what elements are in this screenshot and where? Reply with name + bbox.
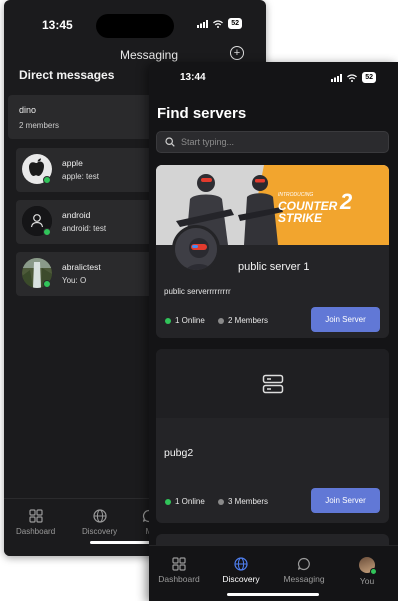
- status-icons: 52: [197, 18, 242, 29]
- server-name: pubg2: [164, 447, 194, 459]
- server-icon: [262, 374, 283, 393]
- chat-icon: [297, 557, 310, 571]
- dm-last-text: test: [86, 172, 99, 181]
- signal-icon: [331, 73, 343, 82]
- dm-last-text: test: [93, 224, 107, 233]
- tab-label: You: [359, 576, 375, 586]
- dm-last-text: O: [79, 276, 87, 285]
- globe-icon: [234, 557, 248, 571]
- dm-last-sender: You:: [62, 276, 78, 285]
- online-indicator: [43, 280, 51, 288]
- section-title: Direct messages: [19, 68, 115, 82]
- tab-label: Discovery: [82, 527, 118, 536]
- dm-name: apple: [62, 158, 83, 168]
- dm-name: android: [62, 210, 91, 220]
- search-icon: [165, 137, 175, 147]
- status-time: 13:44: [180, 72, 206, 83]
- search-input[interactable]: [181, 137, 371, 147]
- member-label: 3 Members: [228, 497, 269, 506]
- tab-bar: Dashboard Discovery Messaging You: [149, 545, 398, 601]
- home-indicator: [227, 593, 319, 596]
- server-banner-placeholder: [156, 349, 389, 418]
- dm-last-sender: android:: [62, 224, 91, 233]
- tab-discovery[interactable]: Discovery: [82, 509, 117, 536]
- online-label: 1 Online: [175, 497, 205, 506]
- online-count: 1 Online: [165, 316, 205, 325]
- join-server-button[interactable]: Join Server: [311, 307, 380, 332]
- online-count: 1 Online: [165, 497, 205, 506]
- battery-indicator: 52: [228, 18, 242, 29]
- tab-you[interactable]: You: [352, 557, 382, 586]
- user-avatar: [359, 557, 377, 575]
- online-indicator: [43, 176, 51, 184]
- status-icons: 52: [331, 72, 376, 83]
- member-dot: [218, 498, 224, 505]
- dm-last-message: android: test: [62, 224, 106, 233]
- wifi-icon: [347, 73, 358, 82]
- member-label: 2 Members: [228, 316, 269, 325]
- server-name: public server 1: [238, 261, 310, 273]
- online-label: 1 Online: [175, 316, 205, 325]
- server-description: public serverrrrrrrrr: [164, 287, 231, 296]
- join-server-button[interactable]: Join Server: [311, 488, 380, 513]
- member-dot: [218, 317, 224, 324]
- online-dot: [165, 317, 171, 324]
- member-count: 3 Members: [218, 497, 268, 506]
- page-title: Messaging: [119, 48, 179, 62]
- search-bar[interactable]: [156, 131, 389, 153]
- dm-last-sender: apple:: [62, 172, 84, 181]
- page-title: Find servers: [157, 105, 247, 122]
- tab-label: Dashboard: [16, 527, 56, 536]
- grid-icon: [28, 509, 43, 523]
- banner-number: 2: [340, 189, 353, 214]
- plus-icon: +: [233, 47, 241, 59]
- tab-dashboard[interactable]: Dashboard: [16, 509, 55, 536]
- dm-last-message: apple: test: [62, 172, 99, 181]
- signal-icon: [197, 19, 209, 28]
- battery-indicator: 52: [362, 72, 376, 83]
- dm-last-message: You: O: [62, 276, 86, 285]
- online-indicator: [43, 228, 51, 236]
- tab-label: Messaging: [283, 574, 325, 584]
- online-dot: [165, 498, 171, 505]
- tab-discovery[interactable]: Discovery: [219, 557, 263, 584]
- tab-dashboard[interactable]: Dashboard: [157, 557, 201, 584]
- server-card-pubg2[interactable]: pubg2 1 Online 3 Members Join Server: [156, 349, 389, 523]
- online-indicator: [370, 568, 377, 575]
- tab-messaging[interactable]: Messaging: [279, 557, 329, 584]
- member-count: 2 Members: [218, 316, 268, 325]
- new-message-button[interactable]: +: [230, 46, 244, 60]
- banner-line2: STRIKE: [278, 211, 323, 225]
- find-servers-screen: 13:44 52 Find servers Start typing... IN…: [149, 62, 398, 601]
- grid-icon: [172, 557, 186, 571]
- dynamic-island: [96, 14, 174, 38]
- server-card-public-server-1[interactable]: INTRODUCING COUNTER STRIKE 2 public serv…: [156, 165, 389, 338]
- dm-name: abralictest: [62, 262, 101, 272]
- wifi-icon: [213, 19, 224, 28]
- globe-icon: [92, 509, 107, 523]
- banner-logo-text: INTRODUCING COUNTER STRIKE 2: [278, 190, 352, 225]
- server-avatar: [172, 225, 220, 273]
- tab-label: Discovery: [222, 574, 260, 584]
- status-bar: 13:45 52: [4, 0, 266, 40]
- tab-label: Dashboard: [158, 574, 200, 584]
- status-time: 13:45: [42, 18, 73, 32]
